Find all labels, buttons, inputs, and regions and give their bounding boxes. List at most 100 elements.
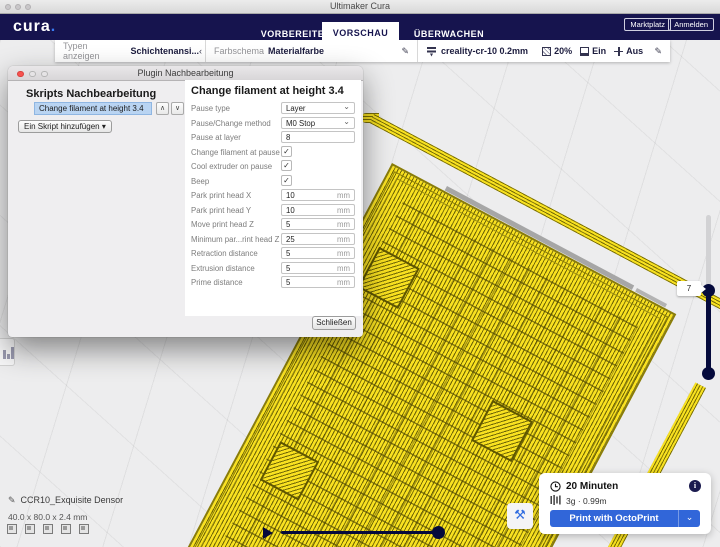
adhesion-icon [580,47,589,56]
animation-slider-handle[interactable] [432,526,445,539]
scripts-heading: Skripts Nachbearbeitung [26,88,156,100]
setting-label: Park print head Y [191,206,251,215]
print-settings-summary[interactable]: creality-cr-10 0.2mm 20% Ein Aus ✎ [418,46,670,57]
layer-number-tooltip: 7 [677,281,701,296]
input-value: 10 [286,191,295,200]
setting-label: Prime distance [191,278,243,287]
setting-row: Pause at layer 8 [191,131,357,145]
input-value: 5 [286,264,290,273]
color-scheme-value: Materialfarbe [268,46,324,56]
support-value: Aus [626,46,643,56]
model-name-row: ✎ CCR10_Exquisite Densor [8,495,123,506]
cool-extruder-checkbox[interactable]: ✓ [281,160,292,171]
dialog-titlebar[interactable]: Plugin Nachbearbeitung [8,66,363,81]
octoprint-tools-button[interactable]: ⚒ [507,503,533,529]
app-window: 7 Ultimaker Cura cura. VORBEREITEN VORSC… [0,0,720,547]
unit-label: mm [337,220,350,229]
select-value: Layer [286,104,306,113]
pause-method-select[interactable]: M0 Stop⌄ [281,117,355,129]
setting-label: Pause/Change method [191,119,271,128]
play-icon[interactable] [263,527,273,539]
edit-pencil-icon[interactable]: ✎ [654,46,662,57]
print-button-label: Print with OctoPrint [550,510,678,527]
logo-text: cura [13,18,51,35]
pause-type-select[interactable]: Layer⌄ [281,102,355,114]
input-value: 5 [286,278,290,287]
layer-slider-lower-handle[interactable] [702,367,715,380]
left-view-icon[interactable] [61,524,71,534]
add-script-label: Ein Skript hinzufügen [24,122,100,131]
layer-slider-range[interactable] [706,289,711,376]
signin-button[interactable]: Anmelden [668,18,714,31]
adhesion-value: Ein [592,46,606,56]
unit-label: mm [337,249,350,258]
post-processing-dialog: Plugin Nachbearbeitung Skripts Nachbearb… [8,66,363,337]
min-park-head-z-input[interactable]: 25mm [281,233,355,245]
front-view-icon[interactable] [25,524,35,534]
right-view-icon[interactable] [79,524,89,534]
view-type-selector[interactable]: Typen anzeigen Schichtenansi... ‹ [55,41,205,61]
setting-label: Minimum par...rint head Z [191,235,279,244]
color-scheme-selector[interactable]: Farbschema Materialfarbe ✎ [206,46,417,57]
chevron-down-icon: ⌄ [343,117,350,126]
extrusion-distance-input[interactable]: 5mm [281,262,355,274]
setting-label: Extrusion distance [191,264,255,273]
info-icon[interactable]: i [689,480,701,492]
printer-profile: creality-cr-10 0.2mm [441,46,528,56]
setting-row: Extrusion distance 5mm [191,262,357,276]
print-with-octoprint-button[interactable]: Print with OctoPrint ⌄ [550,510,700,527]
3d-view-icon[interactable] [7,524,17,534]
camera-view-buttons [7,524,89,534]
park-head-x-input[interactable]: 10 mm [281,189,355,201]
setting-label: Retraction distance [191,249,258,258]
setting-label: Move print head Z [191,220,254,229]
park-head-y-input[interactable]: 10mm [281,204,355,216]
tab-ueberwachen[interactable]: ÜBERWACHEN [406,28,492,40]
input-value: 10 [286,206,295,215]
color-scheme-legend-button[interactable] [0,338,15,366]
setting-row: Pause type Layer⌄ [191,102,357,116]
input-value: 8 [286,133,290,142]
setting-row: Cool extruder on pause ✓ [191,160,357,174]
setting-label: Pause type [191,104,230,113]
top-view-icon[interactable] [43,524,53,534]
add-script-button[interactable]: Ein Skript hinzufügen ▾ [18,120,112,133]
setting-row: Park print head Y 10mm [191,204,357,218]
collapse-icon[interactable]: ‹ [199,46,202,56]
model-dimensions: 40.0 x 80.0 x 2.4 mm [8,512,123,522]
logo-dot: . [51,18,56,35]
print-info-panel: 20 Minuten i 3g · 0.99m Print with OctoP… [539,473,711,534]
move-head-z-input[interactable]: 5 mm [281,218,355,230]
main-header: cura. VORBEREITEN VORSCHAU ÜBERWACHEN Ma… [0,14,720,40]
input-value: 5 [286,220,290,229]
edit-pencil-icon[interactable]: ✎ [401,46,409,57]
unit-label: mm [337,191,350,200]
dialog-close-button[interactable]: Schließen [312,316,356,330]
pause-at-layer-input[interactable]: 8 [281,131,355,143]
view-type-label: Typen anzeigen [63,41,126,61]
setting-row: Retraction distance 5mm [191,247,357,261]
print-time: 20 Minuten [566,481,618,492]
dropdown-caret-icon: ▾ [102,122,106,131]
edit-pencil-icon[interactable]: ✎ [8,495,16,505]
move-script-up-button[interactable]: ∧ [156,102,169,115]
animation-slider-track[interactable] [281,531,439,534]
beep-checkbox[interactable]: ✓ [281,175,292,186]
bar-chart-icon [3,350,6,359]
dialog-close-icon[interactable] [17,71,24,78]
move-script-down-button[interactable]: ∨ [171,102,184,115]
view-type-value: Schichtenansi... [130,46,199,56]
prime-distance-input[interactable]: 5mm [281,276,355,288]
settings-heading: Change filament at height 3.4 [191,85,344,97]
setting-row: Pause/Change method M0 Stop⌄ [191,117,357,131]
marketplace-button[interactable]: Marktplatz [624,18,671,31]
print-options-chevron[interactable]: ⌄ [678,510,700,527]
model-name: CCR10_Exquisite Densor [21,495,124,505]
tab-vorschau[interactable]: VORSCHAU [322,22,399,44]
setting-row: Change filament at pause ✓ [191,146,357,160]
script-list-item-selected[interactable]: Change filament at height 3.4 [34,102,152,115]
setting-row: Move print head Z 5 mm [191,218,357,232]
change-filament-checkbox[interactable]: ✓ [281,146,292,157]
retraction-distance-input[interactable]: 5mm [281,247,355,259]
filament-icon [550,495,562,505]
